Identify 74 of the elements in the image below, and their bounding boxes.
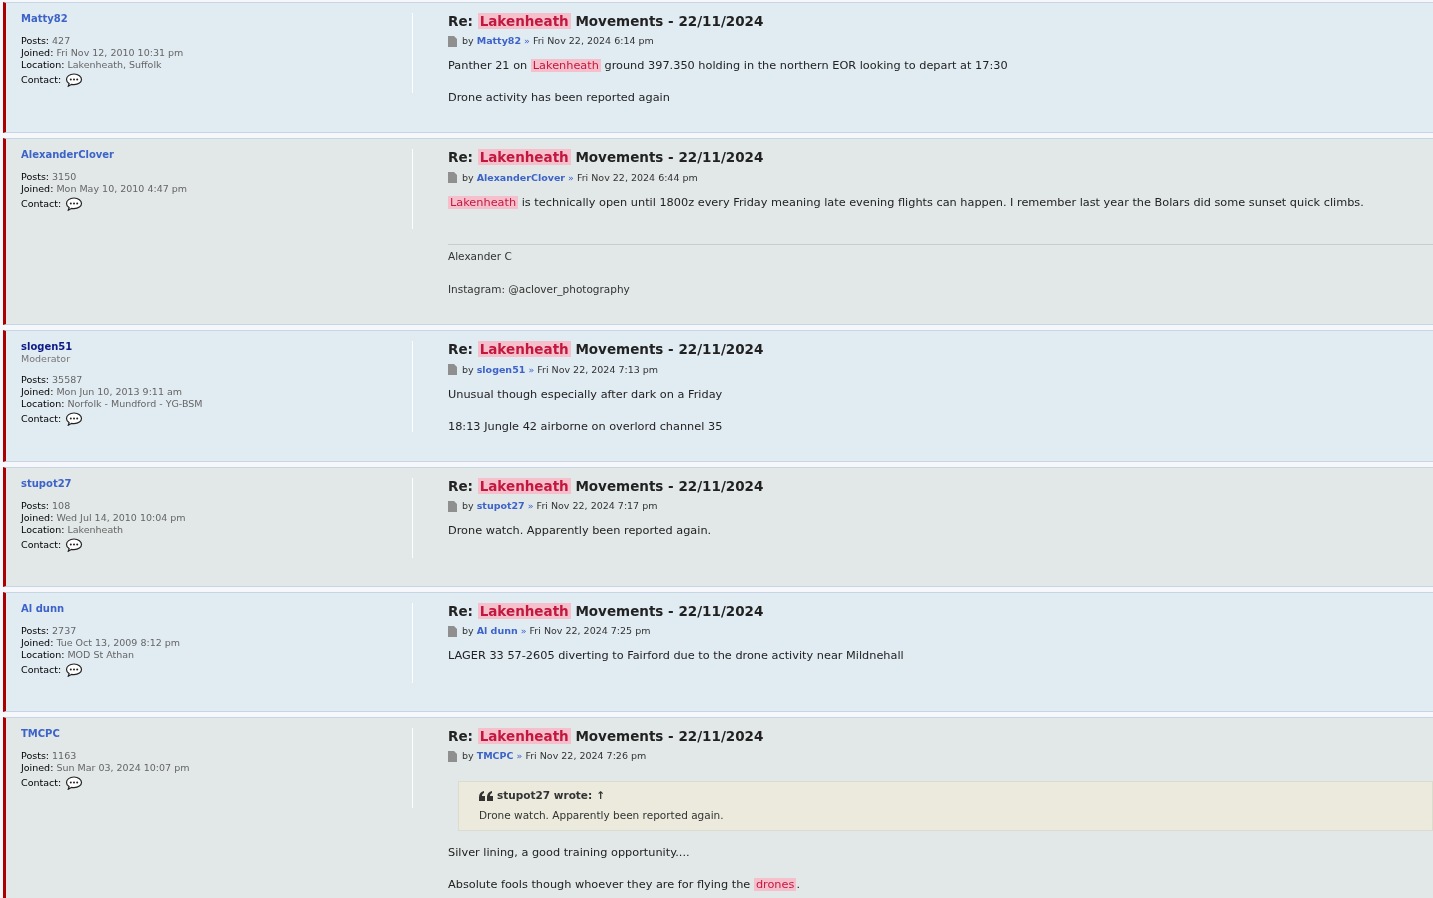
profile-field: Location: MOD St Athan (21, 648, 135, 660)
profile-field: Posts: 1163 (21, 749, 77, 761)
user-rank: Moderator (21, 353, 72, 366)
post-meta: by Matty82 » Fri Nov 22, 2024 6:14 pm (462, 34, 654, 49)
username-link[interactable]: TMCPC (21, 727, 60, 739)
author-link[interactable]: slogen51 (476, 363, 526, 375)
contact-label: Contact: (21, 413, 62, 426)
username-link[interactable]: stupot27 (21, 477, 72, 489)
profile-field: Joined: Tue Oct 13, 2009 8:12 pm (21, 636, 181, 648)
profile-field: Posts: 35587 (21, 374, 83, 386)
profile-field: Posts: 3150 (21, 171, 77, 183)
signature-line: Alexander C (448, 248, 513, 264)
post-text: Drone activity has been reported again (448, 90, 671, 106)
contact-label: Contact: (21, 74, 62, 86)
post-meta: by TMCPC » Fri Nov 22, 2024 7:26 pm (462, 749, 647, 763)
profile-field: Joined: Fri Nov 12, 2010 10:31 pm (21, 47, 184, 58)
author-link[interactable]: Matty82 (476, 35, 522, 47)
post-title[interactable]: Re: Lakenheath Movements - 22/11/2024 (448, 13, 1433, 30)
profile-field: Posts: 2737 (21, 624, 77, 636)
post-meta: by Al dunn » Fri Nov 22, 2024 7:25 pm (462, 624, 651, 638)
jump-link[interactable]: ↑ (596, 788, 605, 804)
username-link[interactable]: Matty82 (21, 13, 68, 24)
username-link[interactable]: AlexanderClover (21, 149, 114, 161)
contact-label: Contact: (21, 776, 62, 789)
post-icon (448, 625, 457, 637)
post-text: Absolute fools though whoever they are for flying the drones . (448, 876, 801, 892)
quote-author: stupot27 wrote: (497, 788, 593, 804)
post-meta: by slogen51 » Fri Nov 22, 2024 7:13 pm (462, 362, 659, 377)
author-link[interactable]: stupot27 (476, 500, 525, 511)
profile-field: Joined: Wed Jul 14, 2010 10:04 pm (21, 511, 186, 523)
post-meta: by AlexanderClover » Fri Nov 22, 2024 6:44 pm (462, 170, 698, 185)
post-text: Panther 21 on Lakenheath ground 397.350 holding in the northern EOR looking to depart at 17:30 (448, 58, 1009, 74)
username-link[interactable]: Al dunn (21, 602, 65, 614)
quote-text: Drone watch. Apparently been reported again. (479, 808, 725, 823)
author-link[interactable]: TMCPC (476, 750, 514, 761)
signature-line: Instagram: @aclover_photography (448, 281, 631, 298)
post-title[interactable]: Re: Lakenheath Movements - 22/11/2024 (448, 477, 1433, 494)
contact-icon[interactable] (65, 197, 84, 212)
contact-icon[interactable] (65, 73, 84, 87)
post-title[interactable]: Re: Lakenheath Movements - 22/11/2024 (448, 602, 1433, 619)
post-text: LAGER 33 57-2605 diverting to Fairford due to the drone activity near Mildnehall (448, 648, 905, 664)
profile-field: Joined: Mon May 10, 2010 4:47 pm (21, 183, 188, 195)
quote-icon (479, 791, 493, 802)
contact-label: Contact: (21, 198, 62, 211)
contact-icon[interactable] (65, 412, 84, 427)
contact-icon[interactable] (65, 775, 84, 790)
profile-field: Joined: Sun Mar 03, 2024 10:07 pm (21, 761, 190, 773)
author-link[interactable]: AlexanderClover (476, 171, 566, 183)
post-text: Drone watch. Apparently been reported again. (448, 523, 713, 539)
post-text: Lakenheath is technically open until 1800z every Friday meaning late evening flights can happen. I remember last year the Bolars did some sunset quick climbs. (448, 194, 1365, 210)
contact-icon[interactable] (65, 537, 84, 552)
post-icon (448, 364, 457, 376)
contact-label: Contact: (21, 663, 62, 676)
post-text: Unusual though especially after dark on a Friday (448, 386, 724, 402)
username-link[interactable]: slogen51 (21, 341, 73, 353)
post-title[interactable]: Re: Lakenheath Movements - 22/11/2024 (448, 727, 1433, 744)
post-icon (448, 172, 457, 184)
profile-field: Location: Norfolk - Mundford - YG-BSM (21, 398, 203, 410)
profile-field: Posts: 427 (21, 35, 71, 46)
post-text: Silver lining, a good training opportunity.... (448, 844, 691, 860)
post-title[interactable]: Re: Lakenheath Movements - 22/11/2024 (448, 341, 1433, 358)
post-text: 18:13 Jungle 42 airborne on overlord channel 35 (448, 418, 724, 434)
profile-field: Location: Lakenheath, Suffolk (21, 59, 162, 70)
post-icon (448, 35, 457, 47)
post-icon (448, 500, 457, 512)
profile-field: Posts: 108 (21, 499, 71, 511)
contact-label: Contact: (21, 538, 62, 551)
post-title[interactable]: Re: Lakenheath Movements - 22/11/2024 (448, 149, 1433, 166)
profile-field: Joined: Mon Jun 10, 2013 9:11 am (21, 386, 183, 398)
post-meta: by stupot27 » Fri Nov 22, 2024 7:17 pm (462, 499, 658, 513)
profile-field: Location: Lakenheath (21, 523, 123, 535)
post-icon (448, 750, 457, 762)
author-link[interactable]: Al dunn (476, 625, 518, 636)
contact-icon[interactable] (65, 662, 84, 677)
